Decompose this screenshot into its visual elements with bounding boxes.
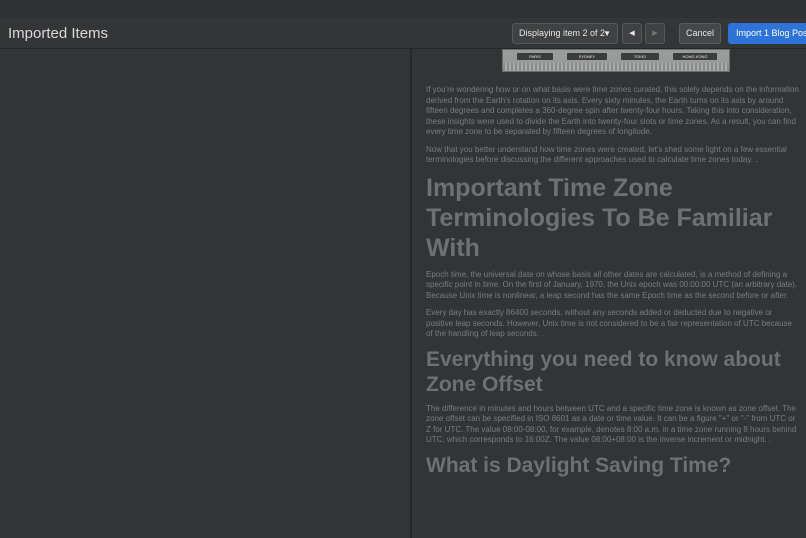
page-title: Imported Items (8, 25, 109, 42)
arrow-right-icon: ▶ (652, 30, 658, 37)
city-label: HONG KONG (673, 53, 717, 60)
article-paragraph: Every day has exactly 86400 seconds, wit… (426, 308, 792, 338)
top-strip (0, 0, 806, 18)
previous-item-button[interactable]: ◀ (622, 23, 642, 44)
item-selector-dropdown[interactable]: Displaying item 2 of 2 ▼ (512, 23, 618, 44)
chevron-down-icon: ▼ (603, 29, 611, 38)
items-list-panel (0, 49, 410, 538)
article-paragraph: The difference in minutes and hours betw… (426, 403, 797, 445)
panel-divider[interactable] (410, 49, 412, 538)
city-label: SYDNEY (567, 53, 607, 60)
image-texture (503, 63, 729, 71)
article-heading: Everything you need to know about Zone O… (426, 347, 781, 396)
next-item-button[interactable]: ▶ (645, 23, 665, 44)
arrow-left-icon: ◀ (629, 30, 635, 37)
cancel-button[interactable]: Cancel (679, 23, 721, 44)
article-heading: What is Daylight Saving Time? (426, 453, 732, 477)
post-preview-panel[interactable]: PARIS SYDNEY TOKIO HONG KONG If you're w… (418, 49, 806, 538)
article-body: If you're wondering how or on what basis… (426, 85, 800, 485)
article-paragraph: If you're wondering how or on what basis… (426, 85, 799, 136)
city-label: TOKIO (621, 53, 659, 60)
city-label: PARIS (517, 53, 553, 60)
article-paragraph: Now that you better understand how time … (426, 144, 787, 165)
article-image: PARIS SYDNEY TOKIO HONG KONG (502, 49, 730, 72)
article-paragraph: Epoch time, the universal date on whose … (426, 269, 798, 300)
item-selector-label: Displaying item 2 of 2 (519, 28, 606, 38)
import-blog-post-button[interactable]: Import 1 Blog Post (728, 23, 806, 44)
article-heading: Important Time Zone Terminologies To Be … (426, 173, 773, 262)
